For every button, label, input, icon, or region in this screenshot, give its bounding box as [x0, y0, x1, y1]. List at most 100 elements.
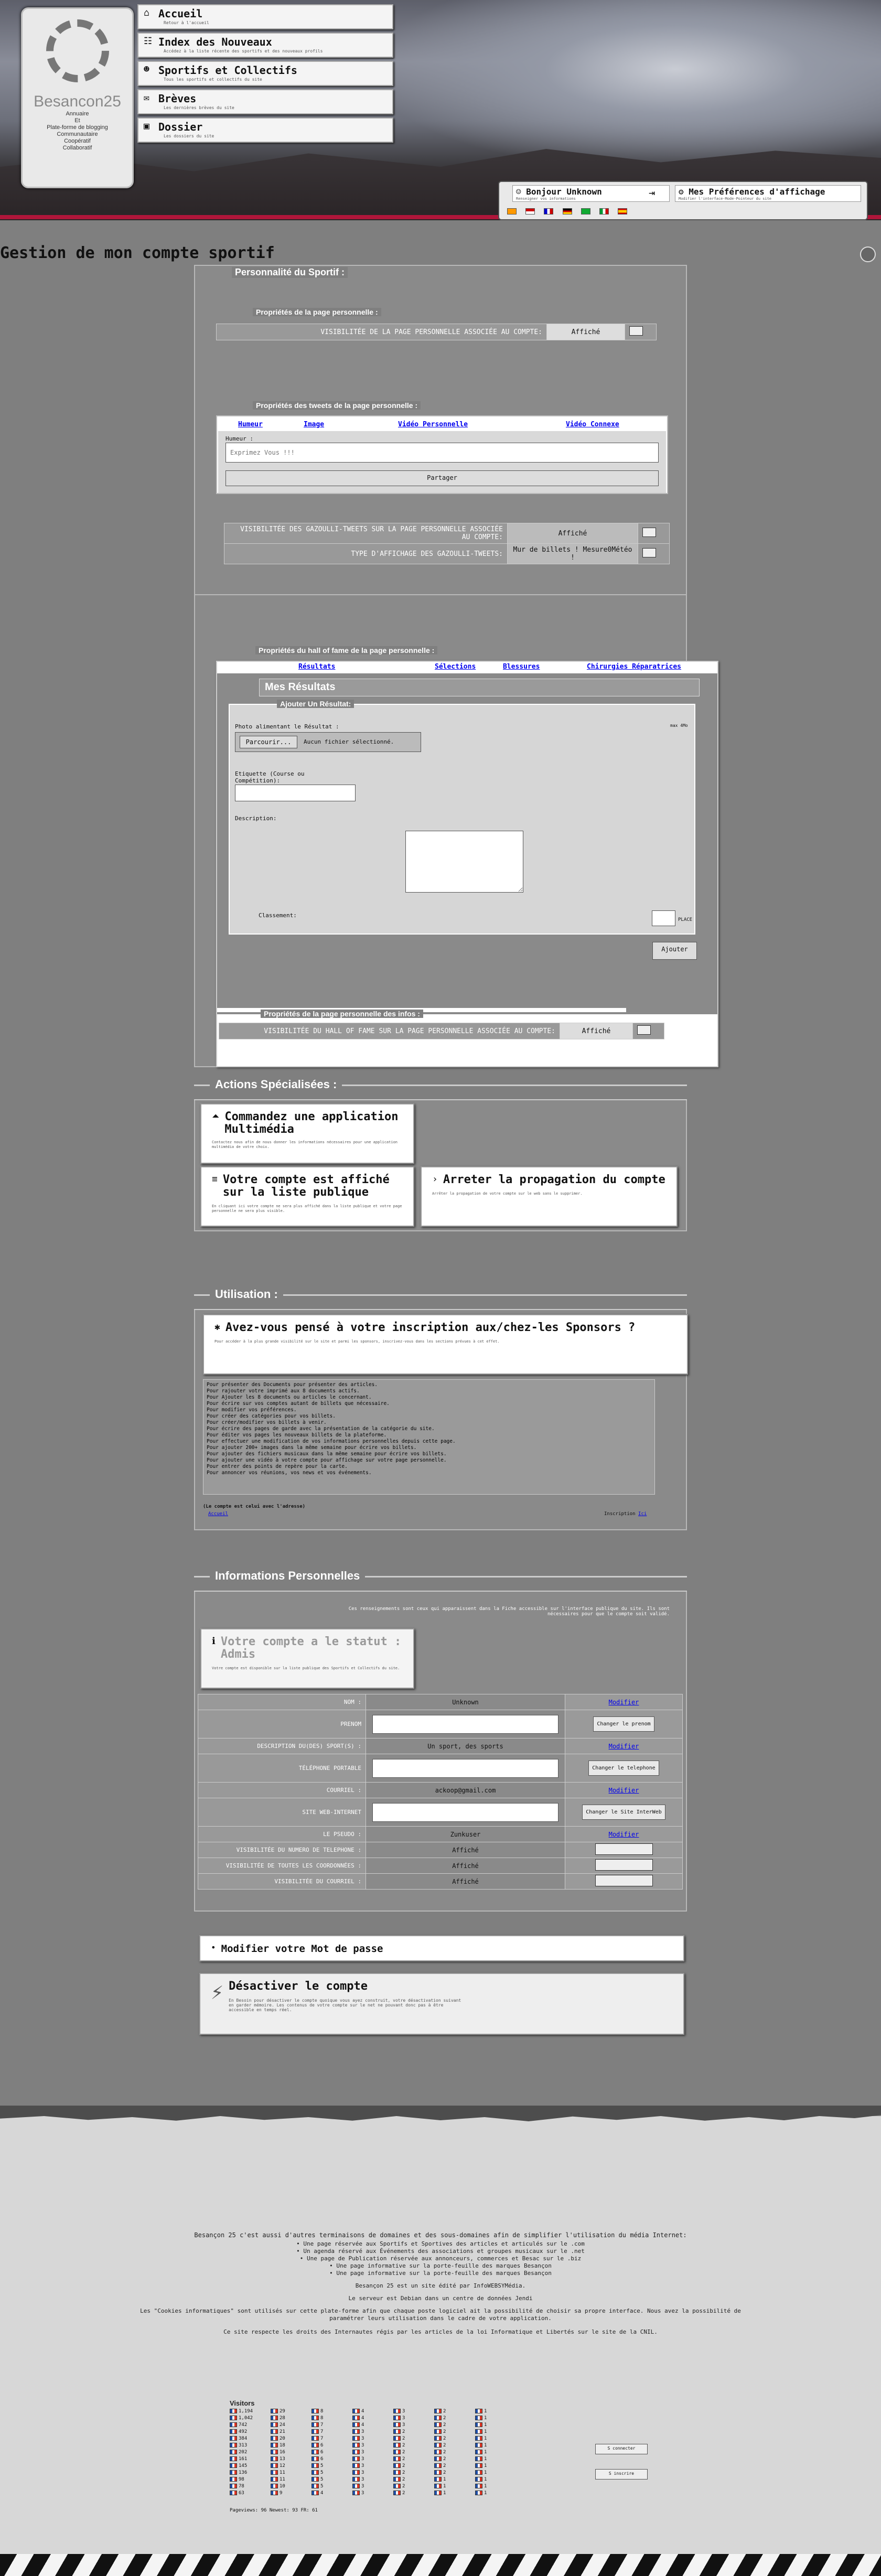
- footer-line: • Un agenda réservé aux Événements des a…: [296, 2248, 585, 2255]
- visitor-count: 4: [320, 2491, 324, 2496]
- change-button[interactable]: Changer le telephone: [588, 1761, 659, 1776]
- toggle-icon[interactable]: [595, 1859, 653, 1871]
- visitor-row: 6: [311, 2449, 323, 2456]
- card-sponsors[interactable]: ✱ Avez-vous pensé à votre inscription aux…: [203, 1314, 688, 1375]
- card-arreter-propagation[interactable]: › Arreter la propagation du compte Arrête…: [421, 1166, 678, 1227]
- tweet-input[interactable]: [225, 443, 659, 463]
- row-toggle-cell: [565, 1858, 683, 1874]
- hof-infos-legend: Propriétés de la page personnelle des in…: [261, 1010, 423, 1018]
- visitor-row: 1: [475, 2408, 487, 2415]
- visitor-count: 2: [443, 2470, 446, 2475]
- row-input[interactable]: [372, 1802, 558, 1822]
- flag-uk-icon[interactable]: [525, 208, 535, 214]
- visitor-count: 11: [280, 2470, 285, 2475]
- expand-icon[interactable]: [860, 246, 876, 262]
- card-liste-publique[interactable]: ≡ Votre compte est affiché sur la liste p…: [200, 1166, 414, 1227]
- hof-legend: Propriétés du hall of fame de la page pe…: [255, 646, 438, 654]
- description-textarea[interactable]: [405, 831, 523, 893]
- toggle-icon[interactable]: [642, 548, 656, 557]
- visitor-row: 21: [271, 2429, 285, 2435]
- logout-icon[interactable]: ⇥: [649, 186, 655, 199]
- info-icon: ℹ: [212, 1636, 216, 1647]
- visitor-count: 3: [402, 2422, 405, 2428]
- flag-es-icon[interactable]: [618, 208, 628, 214]
- nav-accueil[interactable]: ⌂ Accueil Retour à l'accueil: [137, 4, 393, 29]
- rss-icon[interactable]: [507, 208, 517, 214]
- row-action-cell: Modifier: [565, 1694, 683, 1710]
- visitor-count: 1: [443, 2484, 446, 2489]
- deactivate-card[interactable]: ⚡ Désactiver le compte En Besoin pour dé…: [199, 1973, 684, 2035]
- visitor-row: 2: [393, 2476, 405, 2483]
- visitor-count: 7: [320, 2436, 324, 2441]
- country-flag-icon: [475, 2443, 482, 2448]
- nav-dossier[interactable]: ▣ Dossier Les dossiers du site: [137, 117, 393, 143]
- site-logo[interactable]: Besancon25 Annuaire Et Plate-forme de bl…: [21, 7, 134, 188]
- accueil-link[interactable]: Accueil: [208, 1511, 228, 1517]
- tab-video-personnelle[interactable]: Vidéo Personnelle: [398, 421, 468, 428]
- visitor-row: 78: [230, 2483, 253, 2490]
- prefs-button[interactable]: ⚙ Mes Préférences d'affichage Modifier l…: [675, 185, 861, 202]
- tab-video-connexe[interactable]: Vidéo Connexe: [566, 421, 619, 428]
- change-button[interactable]: Changer le Site InterWeb: [582, 1805, 665, 1820]
- footer-intro: Besançon 25 c'est aussi d'autres termina…: [194, 2231, 687, 2239]
- row-input[interactable]: [372, 1714, 558, 1734]
- classement-input[interactable]: [652, 910, 675, 926]
- toggle-icon[interactable]: [637, 1025, 651, 1035]
- visitor-count: 1,194: [239, 2409, 253, 2414]
- row-label: DESCRIPTION DU(DES) SPORT(S) :: [198, 1738, 366, 1754]
- tab-image[interactable]: Image: [304, 421, 324, 428]
- tab-humeur[interactable]: Humeur: [238, 421, 263, 428]
- visitor-count: 3: [361, 2429, 364, 2434]
- country-flag-icon: [311, 2470, 319, 2475]
- tab-blessures[interactable]: Blessures: [503, 663, 540, 671]
- greeting-button[interactable]: ☺ Bonjour Unknown Renseigner vos informa…: [512, 185, 670, 202]
- modifier-link[interactable]: Modifier: [609, 1831, 639, 1838]
- signup-button[interactable]: S inscrire: [595, 2469, 648, 2480]
- nav-breves[interactable]: ✉ Brèves Les dernières brèves du site: [137, 89, 393, 114]
- share-button[interactable]: Partager: [225, 470, 659, 486]
- modifier-link[interactable]: Modifier: [609, 1787, 639, 1794]
- password-card[interactable]: • Modifier votre Mot de passe: [199, 1935, 684, 1961]
- toggle-icon[interactable]: [642, 528, 656, 537]
- country-flag-icon: [230, 2491, 237, 2495]
- tab-resultats[interactable]: Résultats: [298, 663, 335, 671]
- toggle-icon[interactable]: [629, 326, 643, 336]
- flag-de-icon[interactable]: [562, 208, 572, 214]
- toggle-icon[interactable]: [595, 1875, 653, 1886]
- visitor-count: 1: [484, 2470, 487, 2475]
- visitor-count: 3: [361, 2463, 364, 2468]
- tab-selections[interactable]: Sélections: [435, 663, 476, 671]
- actions-title: Actions Spécialisées :: [210, 1078, 342, 1091]
- card-commande-multimedia[interactable]: ⏶ Commandez une application Multimédia Co…: [200, 1103, 414, 1164]
- visitor-count: 1: [484, 2443, 487, 2448]
- tab-chirurgies[interactable]: Chirurgies Réparatrices: [587, 663, 681, 671]
- add-result-button[interactable]: Ajouter: [652, 942, 697, 960]
- inscription-link[interactable]: Ici: [638, 1511, 647, 1517]
- visitor-row: 4: [352, 2415, 364, 2422]
- login-button[interactable]: S connecter: [595, 2444, 648, 2454]
- visitor-row: 1: [475, 2435, 487, 2442]
- classement-label: Classement:: [259, 912, 297, 919]
- visitor-count: 78: [239, 2484, 244, 2489]
- change-button[interactable]: Changer le prenom: [593, 1716, 654, 1732]
- footer-edited: Besançon 25 est un site édité par InfoWE…: [355, 2282, 526, 2289]
- page-visibility-value: Affiché: [546, 324, 625, 340]
- modifier-link[interactable]: Modifier: [609, 1743, 639, 1750]
- visitor-row: 3: [393, 2408, 405, 2415]
- visitor-count: 29: [280, 2409, 285, 2414]
- browse-button[interactable]: Parcourir...: [240, 736, 297, 748]
- flag-br-icon[interactable]: [581, 208, 590, 214]
- toggle-icon[interactable]: [595, 1843, 653, 1855]
- flag-it-icon[interactable]: [599, 208, 609, 214]
- photo-label: Photo alimentant le Résultat :: [235, 723, 339, 730]
- visitor-row: 3: [352, 2476, 364, 2483]
- card-title: Commandez une application Multimédia: [224, 1110, 399, 1136]
- nav-index-nouveaux[interactable]: ☷ Index des Nouveaux Accédez à la liste r…: [137, 33, 393, 58]
- country-flag-icon: [393, 2416, 401, 2420]
- nav-sportifs[interactable]: ☻ Sportifs et Collectifs Tous les sportif…: [137, 61, 393, 86]
- etiquette-input[interactable]: [235, 785, 356, 801]
- row-input[interactable]: [372, 1758, 558, 1778]
- flag-fr-icon[interactable]: [544, 208, 554, 214]
- visitors-title: Visitors: [230, 2399, 255, 2407]
- modifier-link[interactable]: Modifier: [609, 1699, 639, 1706]
